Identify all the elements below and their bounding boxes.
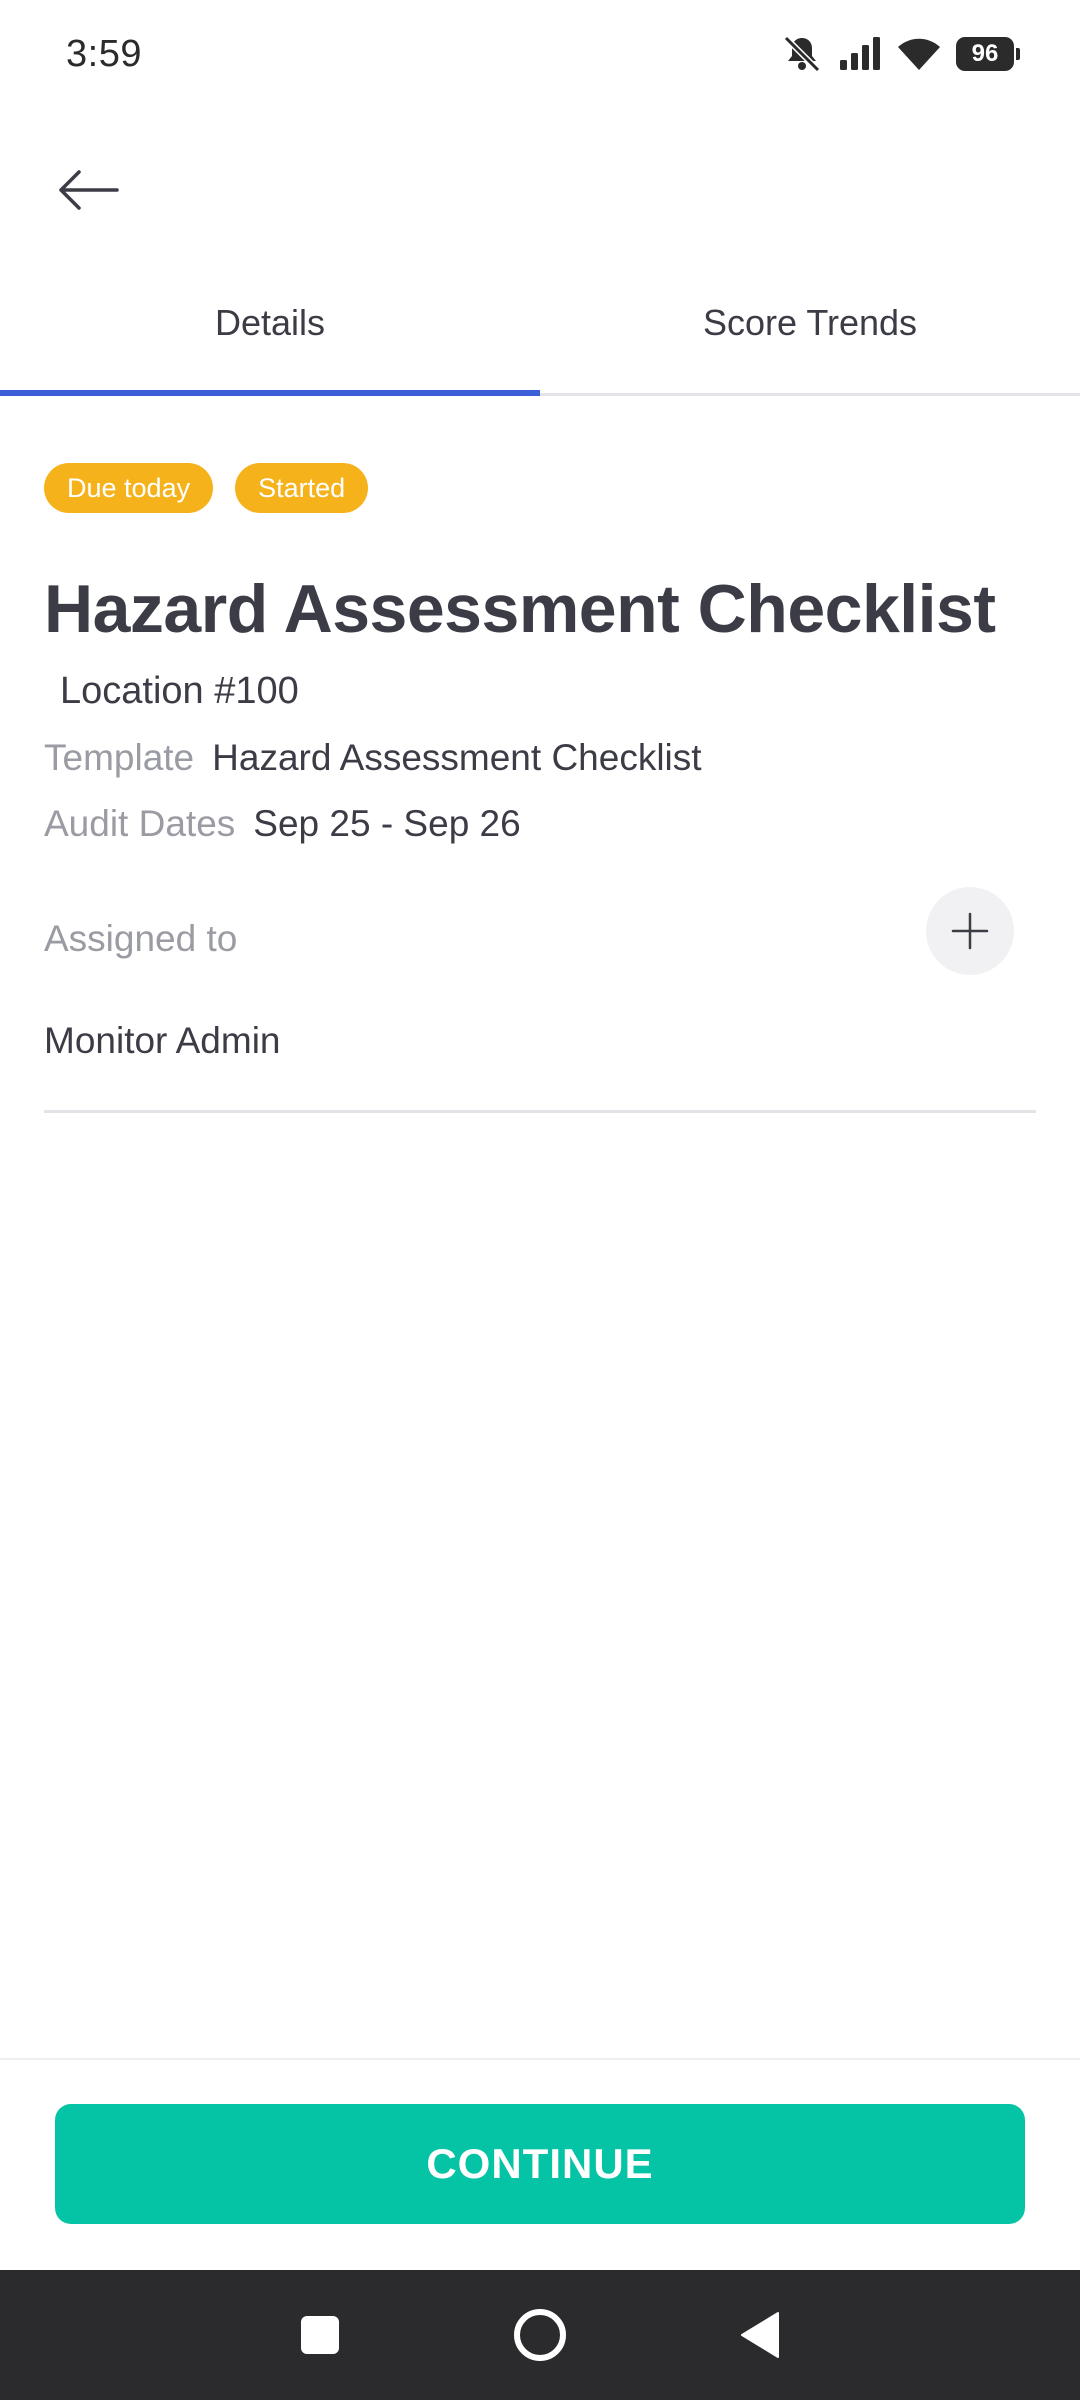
back-nav-button[interactable]	[725, 2300, 795, 2370]
tab-score-trends-label: Score Trends	[702, 301, 918, 343]
circle-icon	[514, 2309, 566, 2361]
assignee-name: Monitor Admin	[44, 1020, 281, 1061]
location-label: Location #100	[60, 670, 299, 712]
wifi-icon	[896, 36, 942, 72]
recents-button[interactable]	[285, 2300, 355, 2370]
audit-dates-row: Audit Dates Sep 25 - Sep 26	[44, 803, 521, 845]
audit-dates-value: Sep 25 - Sep 26	[253, 803, 521, 844]
page-title: Hazard Assessment Checklist	[44, 571, 996, 647]
signal-icon	[838, 36, 882, 72]
battery-level: 96	[971, 40, 999, 67]
battery-icon: 96	[956, 37, 1020, 71]
continue-button[interactable]: CONTINUE	[55, 2104, 1025, 2224]
assigned-to-label: Assigned to	[44, 918, 238, 959]
plus-icon	[951, 912, 989, 950]
tab-details[interactable]: Details	[0, 270, 540, 396]
template-label: Template	[44, 737, 195, 778]
arrow-left-icon	[59, 170, 119, 210]
status-bar: 3:59 96	[0, 0, 1080, 108]
tab-details-label: Details	[214, 301, 326, 343]
started-badge: Started	[235, 463, 369, 513]
due-today-badge: Due today	[44, 463, 214, 513]
back-button[interactable]	[44, 150, 134, 230]
tab-bar: Details Score Trends	[0, 270, 1080, 396]
status-badges: Due today Started	[44, 463, 369, 513]
audit-details-screen: 3:59 96 Details Score Trends Due today S…	[0, 0, 1080, 2400]
template-value: Hazard Assessment Checklist	[212, 737, 702, 778]
home-button[interactable]	[505, 2300, 575, 2370]
status-time: 3:59	[66, 32, 142, 75]
add-assignee-button[interactable]	[926, 887, 1014, 975]
notifications-off-icon	[780, 34, 824, 74]
template-row: Template Hazard Assessment Checklist	[44, 737, 702, 779]
system-nav-bar	[0, 2270, 1080, 2400]
audit-dates-label: Audit Dates	[44, 803, 236, 844]
triangle-back-icon	[741, 2312, 779, 2358]
square-icon	[301, 2316, 339, 2354]
status-icons: 96	[780, 34, 1020, 74]
tab-score-trends[interactable]: Score Trends	[540, 270, 1080, 393]
divider	[44, 1110, 1036, 1113]
